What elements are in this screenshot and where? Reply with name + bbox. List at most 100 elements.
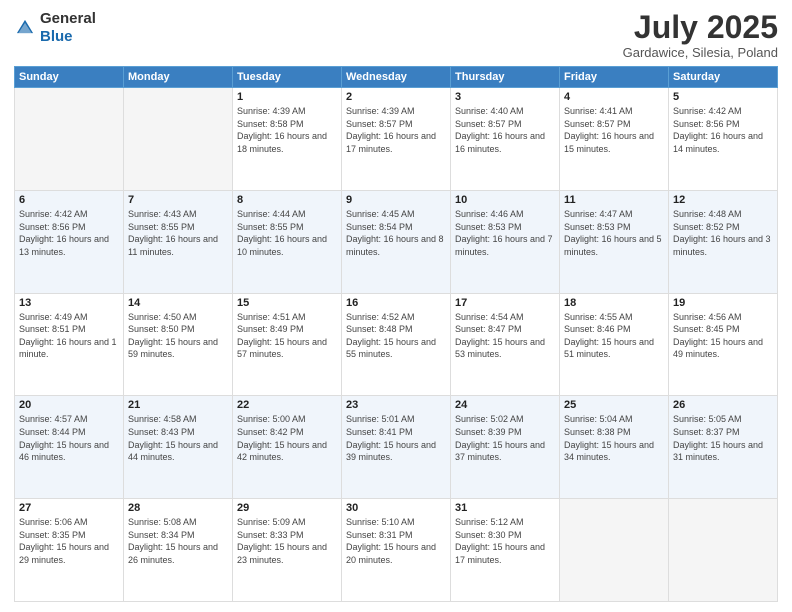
day-number: 5 — [673, 91, 773, 103]
day-number: 17 — [455, 297, 555, 309]
day-number: 6 — [19, 194, 119, 206]
day-info: Sunrise: 4:47 AM Sunset: 8:53 PM Dayligh… — [564, 208, 664, 258]
day-info: Sunrise: 5:09 AM Sunset: 8:33 PM Dayligh… — [237, 516, 337, 566]
day-number: 16 — [346, 297, 446, 309]
table-row: 1 Sunrise: 4:39 AM Sunset: 8:58 PM Daylig… — [233, 88, 342, 191]
table-row — [560, 499, 669, 602]
table-row: 4Sunrise: 4:41 AM Sunset: 8:57 PM Daylig… — [560, 88, 669, 191]
table-row: 30 Sunrise: 5:10 AM Sunset: 8:31 PM Dayli… — [342, 499, 451, 602]
day-info: Sunrise: 4:42 AM Sunset: 8:56 PM Dayligh… — [19, 208, 119, 258]
day-number: 2 — [346, 91, 446, 103]
day-info: Sunrise: 4:56 AM Sunset: 8:45 PM Dayligh… — [673, 311, 773, 361]
day-info: Sunrise: 4:52 AM Sunset: 8:48 PM Dayligh… — [346, 311, 446, 361]
day-info: Sunrise: 5:12 AM Sunset: 8:30 PM Dayligh… — [455, 516, 555, 566]
header: General Blue July 2025 Gardawice, Silesi… — [14, 10, 778, 60]
day-number: 12 — [673, 194, 773, 206]
title-location: Gardawice, Silesia, Poland — [623, 45, 778, 60]
table-row: 8Sunrise: 4:44 AM Sunset: 8:55 PM Daylig… — [233, 190, 342, 293]
day-info: Sunrise: 5:08 AM Sunset: 8:34 PM Dayligh… — [128, 516, 228, 566]
day-info: Sunrise: 5:01 AM Sunset: 8:41 PM Dayligh… — [346, 413, 446, 463]
table-row: 11Sunrise: 4:47 AM Sunset: 8:53 PM Dayli… — [560, 190, 669, 293]
calendar-header-row: Sunday Monday Tuesday Wednesday Thursday… — [15, 67, 778, 88]
day-info: Sunrise: 4:40 AM Sunset: 8:57 PM Dayligh… — [455, 105, 555, 155]
table-row: 15Sunrise: 4:51 AM Sunset: 8:49 PM Dayli… — [233, 293, 342, 396]
table-row: 20 Sunrise: 4:57 AM Sunset: 8:44 PM Dayli… — [15, 396, 124, 499]
day-info: Sunrise: 4:39 AM Sunset: 8:57 PM Dayligh… — [346, 105, 446, 155]
logo-general: General — [40, 10, 96, 27]
day-number: 26 — [673, 399, 773, 411]
col-wednesday: Wednesday — [342, 67, 451, 88]
table-row: 7 Sunrise: 4:43 AM Sunset: 8:55 PM Daylig… — [124, 190, 233, 293]
col-tuesday: Tuesday — [233, 67, 342, 88]
day-number: 14 — [128, 297, 228, 309]
day-info: Sunrise: 5:06 AM Sunset: 8:35 PM Dayligh… — [19, 516, 119, 566]
day-info: Sunrise: 4:49 AM Sunset: 8:51 PM Dayligh… — [19, 311, 119, 361]
day-number: 24 — [455, 399, 555, 411]
logo-blue: Blue — [40, 28, 73, 45]
day-number: 1 — [237, 91, 337, 103]
day-number: 19 — [673, 297, 773, 309]
day-info: Sunrise: 5:02 AM Sunset: 8:39 PM Dayligh… — [455, 413, 555, 463]
day-number: 7 — [128, 194, 228, 206]
day-info: Sunrise: 4:41 AM Sunset: 8:57 PM Dayligh… — [564, 105, 664, 155]
day-info: Sunrise: 5:04 AM Sunset: 8:38 PM Dayligh… — [564, 413, 664, 463]
day-info: Sunrise: 5:05 AM Sunset: 8:37 PM Dayligh… — [673, 413, 773, 463]
day-number: 8 — [237, 194, 337, 206]
day-info: Sunrise: 4:45 AM Sunset: 8:54 PM Dayligh… — [346, 208, 446, 258]
title-block: July 2025 Gardawice, Silesia, Poland — [623, 10, 778, 60]
day-info: Sunrise: 4:43 AM Sunset: 8:55 PM Dayligh… — [128, 208, 228, 258]
day-number: 13 — [19, 297, 119, 309]
day-number: 21 — [128, 399, 228, 411]
table-row: 6 Sunrise: 4:42 AM Sunset: 8:56 PM Daylig… — [15, 190, 124, 293]
table-row: 26 Sunrise: 5:05 AM Sunset: 8:37 PM Dayli… — [669, 396, 778, 499]
table-row: 17 Sunrise: 4:54 AM Sunset: 8:47 PM Dayli… — [451, 293, 560, 396]
day-number: 9 — [346, 194, 446, 206]
day-info: Sunrise: 4:54 AM Sunset: 8:47 PM Dayligh… — [455, 311, 555, 361]
col-saturday: Saturday — [669, 67, 778, 88]
logo-icon — [14, 17, 36, 39]
table-row: 29Sunrise: 5:09 AM Sunset: 8:33 PM Dayli… — [233, 499, 342, 602]
day-number: 27 — [19, 502, 119, 514]
table-row: 21 Sunrise: 4:58 AM Sunset: 8:43 PM Dayli… — [124, 396, 233, 499]
day-info: Sunrise: 4:51 AM Sunset: 8:49 PM Dayligh… — [237, 311, 337, 361]
calendar-week-row: 13 Sunrise: 4:49 AM Sunset: 8:51 PM Dayli… — [15, 293, 778, 396]
day-info: Sunrise: 5:10 AM Sunset: 8:31 PM Dayligh… — [346, 516, 446, 566]
table-row: 10 Sunrise: 4:46 AM Sunset: 8:53 PM Dayli… — [451, 190, 560, 293]
day-info: Sunrise: 4:39 AM Sunset: 8:58 PM Dayligh… — [237, 105, 337, 155]
table-row: 28Sunrise: 5:08 AM Sunset: 8:34 PM Dayli… — [124, 499, 233, 602]
day-info: Sunrise: 4:46 AM Sunset: 8:53 PM Dayligh… — [455, 208, 555, 258]
table-row: 25 Sunrise: 5:04 AM Sunset: 8:38 PM Dayli… — [560, 396, 669, 499]
day-info: Sunrise: 4:55 AM Sunset: 8:46 PM Dayligh… — [564, 311, 664, 361]
table-row — [15, 88, 124, 191]
table-row: 18 Sunrise: 4:55 AM Sunset: 8:46 PM Dayli… — [560, 293, 669, 396]
table-row: 27 Sunrise: 5:06 AM Sunset: 8:35 PM Dayli… — [15, 499, 124, 602]
day-number: 18 — [564, 297, 664, 309]
day-number: 3 — [455, 91, 555, 103]
day-number: 10 — [455, 194, 555, 206]
table-row: 14 Sunrise: 4:50 AM Sunset: 8:50 PM Dayli… — [124, 293, 233, 396]
col-sunday: Sunday — [15, 67, 124, 88]
day-number: 30 — [346, 502, 446, 514]
calendar-week-row: 6 Sunrise: 4:42 AM Sunset: 8:56 PM Daylig… — [15, 190, 778, 293]
calendar-week-row: 1 Sunrise: 4:39 AM Sunset: 8:58 PM Daylig… — [15, 88, 778, 191]
day-number: 31 — [455, 502, 555, 514]
calendar-week-row: 20 Sunrise: 4:57 AM Sunset: 8:44 PM Dayli… — [15, 396, 778, 499]
table-row: 19 Sunrise: 4:56 AM Sunset: 8:45 PM Dayli… — [669, 293, 778, 396]
calendar-week-row: 27 Sunrise: 5:06 AM Sunset: 8:35 PM Dayli… — [15, 499, 778, 602]
day-info: Sunrise: 4:50 AM Sunset: 8:50 PM Dayligh… — [128, 311, 228, 361]
table-row — [669, 499, 778, 602]
table-row: 13 Sunrise: 4:49 AM Sunset: 8:51 PM Dayli… — [15, 293, 124, 396]
table-row: 12 Sunrise: 4:48 AM Sunset: 8:52 PM Dayli… — [669, 190, 778, 293]
day-number: 20 — [19, 399, 119, 411]
day-info: Sunrise: 4:48 AM Sunset: 8:52 PM Dayligh… — [673, 208, 773, 258]
table-row: 24 Sunrise: 5:02 AM Sunset: 8:39 PM Dayli… — [451, 396, 560, 499]
day-info: Sunrise: 4:57 AM Sunset: 8:44 PM Dayligh… — [19, 413, 119, 463]
day-info: Sunrise: 5:00 AM Sunset: 8:42 PM Dayligh… — [237, 413, 337, 463]
table-row — [124, 88, 233, 191]
day-number: 25 — [564, 399, 664, 411]
title-month: July 2025 — [623, 10, 778, 45]
table-row: 31 Sunrise: 5:12 AM Sunset: 8:30 PM Dayli… — [451, 499, 560, 602]
day-info: Sunrise: 4:58 AM Sunset: 8:43 PM Dayligh… — [128, 413, 228, 463]
page: General Blue July 2025 Gardawice, Silesi… — [0, 0, 792, 612]
col-thursday: Thursday — [451, 67, 560, 88]
